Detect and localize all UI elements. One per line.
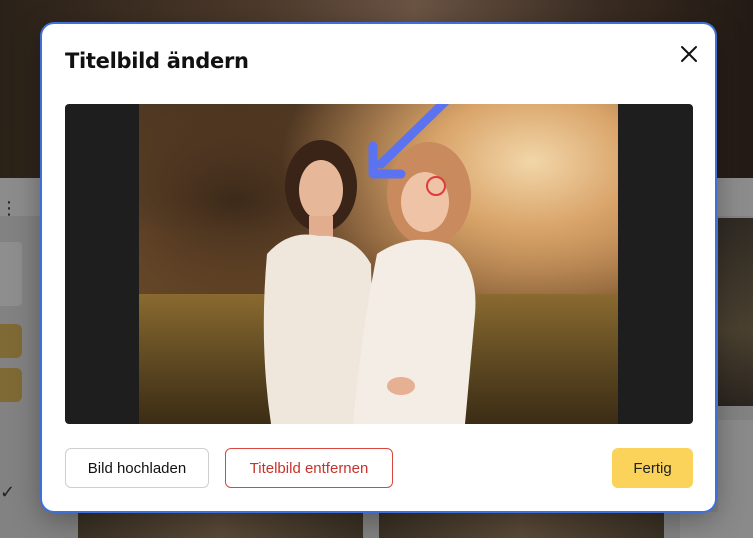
check-icon: ✓ [0, 482, 16, 502]
change-cover-dialog: Titelbild ändern Bild hochladen Titelbil… [42, 24, 715, 511]
dialog-title: Titelbild ändern [65, 49, 249, 73]
done-button[interactable]: Fertig [612, 448, 693, 488]
background-thumbnail [718, 218, 753, 406]
more-vertical-icon: ⋮ [0, 198, 18, 218]
background-button [0, 324, 22, 358]
close-icon [681, 46, 697, 62]
cover-image-preview[interactable] [65, 104, 693, 424]
remove-cover-button[interactable]: Titelbild entfernen [225, 448, 393, 488]
background-thumbnail [78, 512, 363, 538]
background-thumbnail [379, 512, 664, 538]
background-panel [0, 242, 22, 306]
arrow-annotation-icon [368, 104, 450, 179]
close-button[interactable] [675, 40, 703, 68]
background-thumbnail [680, 512, 753, 538]
background-button [0, 368, 22, 402]
upload-image-button[interactable]: Bild hochladen [65, 448, 209, 488]
